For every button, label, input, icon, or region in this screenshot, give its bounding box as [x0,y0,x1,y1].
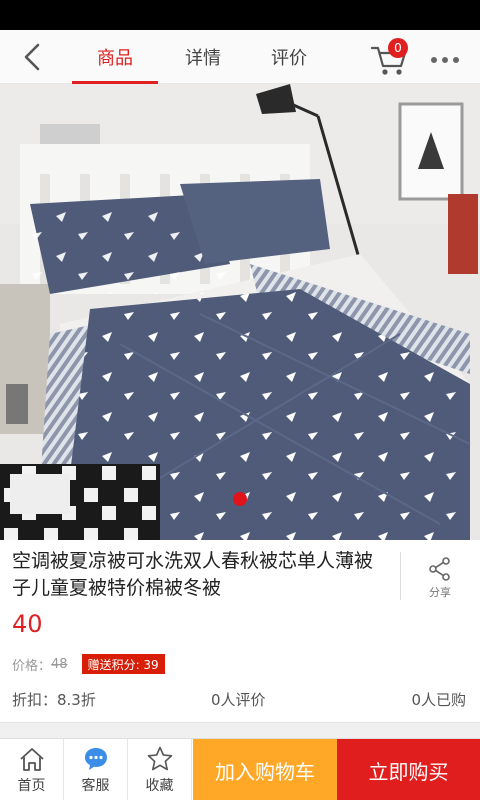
more-button[interactable] [424,48,466,72]
product-title: 空调被夏凉被可水洗双人春秋被芯单人薄被子儿童夏被特价棉被冬被 [12,550,374,599]
service-label: 客服 [81,778,110,794]
discount-text: 折扣：8.3折 [12,691,96,709]
favorite-button[interactable]: 收藏 [128,739,192,800]
original-price-label: 价格： [12,658,52,674]
product-meta-row: 折扣：8.3折 0人评价 0人已购 [0,684,480,714]
product-image[interactable] [0,84,480,540]
buy-now-button[interactable]: 立即购买 [337,739,480,800]
favorite-label: 收藏 [145,778,174,794]
section-divider [0,722,480,738]
more-dots-icon [431,57,459,63]
bed-photo-illustration [0,84,480,540]
tab-detail[interactable]: 详情 [170,30,236,84]
divider [400,552,401,600]
share-button[interactable]: 分享 [410,554,470,600]
share-icon [429,557,450,581]
tab-goods[interactable]: 商品 [72,30,158,84]
share-label: 分享 [429,586,451,599]
points-badge: 赠送积分: 39 [81,654,165,674]
add-to-cart-button[interactable]: 加入购物车 [193,739,337,800]
top-nav: 商品 详情 评价 [0,30,480,84]
product-title-row: 空调被夏凉被可水洗双人春秋被芯单人薄被子儿童夏被特价棉被冬被 分享 [0,540,480,606]
sold-count: 0人已购 [411,691,466,709]
home-label: 首页 [17,778,46,794]
cart-count-badge: 0 [388,38,408,58]
star-icon [147,746,172,771]
home-icon [19,748,44,771]
original-price: 48 [51,656,68,672]
home-button[interactable]: 首页 [0,739,64,800]
back-arrow-icon [24,43,40,71]
chat-icon [84,748,107,770]
carousel-indicator[interactable] [233,492,247,506]
review-count[interactable]: 0人评价 [211,689,266,710]
back-button[interactable] [14,40,50,74]
bottom-action-bar: 首页 客服 收藏 加入购物车 立即购买 [0,738,480,800]
tab-review[interactable]: 评价 [256,30,322,84]
status-bar [0,0,480,30]
original-price-row: 价格： 48 赠送积分: 39 [12,654,165,674]
product-price: 40 [12,610,43,638]
customer-service-button[interactable]: 客服 [64,739,128,800]
